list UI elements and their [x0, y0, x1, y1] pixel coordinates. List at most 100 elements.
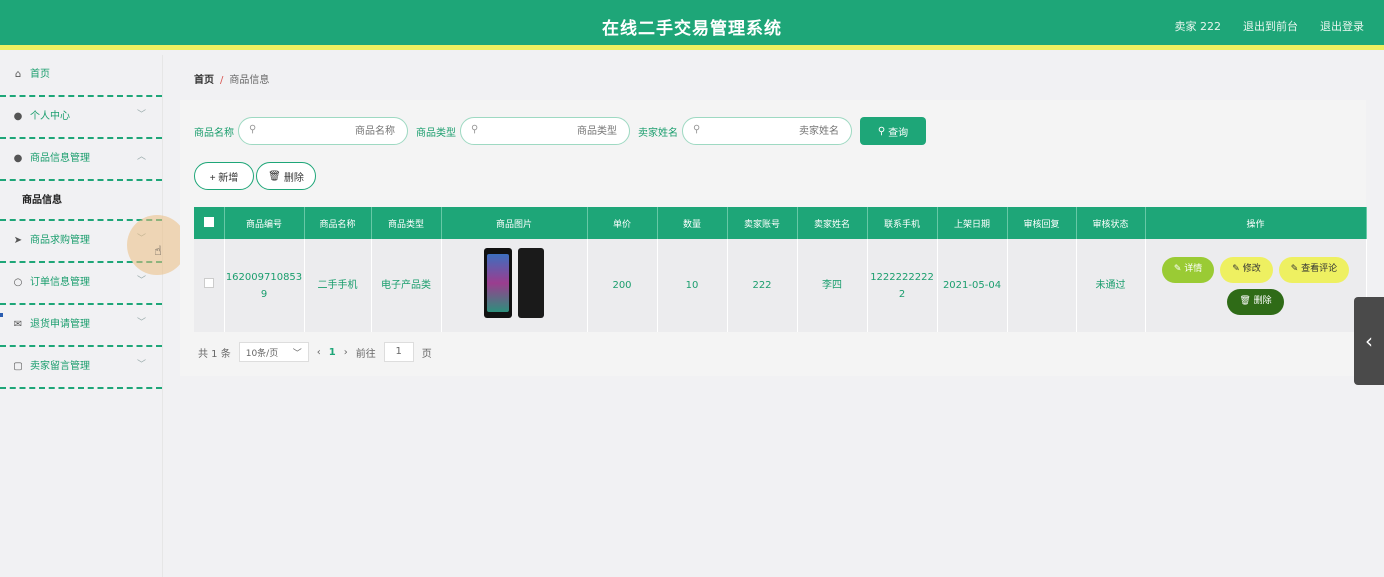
sidebar: ⌂ 首页 ● 个人中心 ﹀ ● 商品信息管理 ︿ 商品信息 ➤ 商品求购管理 ﹀… — [0, 55, 163, 577]
col-header: 联系手机 — [867, 207, 938, 239]
search-seller-input[interactable] — [683, 118, 851, 144]
row-checkbox[interactable] — [194, 239, 225, 332]
cell-phone: 12222222222 — [867, 239, 938, 332]
cell-account: 222 — [727, 239, 798, 332]
search-type-field[interactable]: ⚲ — [460, 117, 630, 145]
detail-button-label: 详情 — [1184, 264, 1203, 274]
hand-cursor-icon: ☝ — [154, 244, 162, 259]
search-name-field[interactable]: ⚲ — [238, 117, 408, 145]
col-header: 审核回复 — [1007, 207, 1077, 239]
pagination: 共 1 条 10条/页 ﹀ ‹ 1 › 前往 1 页 — [198, 342, 432, 362]
sidebar-item-profile[interactable]: ● 个人中心 ﹀ — [0, 97, 162, 139]
collapse-panel-button[interactable]: ‹ — [1354, 297, 1384, 385]
product-image — [484, 247, 544, 318]
edit-icon: ✎ — [1232, 264, 1240, 274]
select-all-checkbox[interactable] — [194, 207, 225, 239]
col-header: 卖家账号 — [727, 207, 798, 239]
row-delete-button[interactable]: 🗑 删除 — [1227, 288, 1284, 315]
top-header: 在线二手交易管理系统 卖家 222 退出到前台 退出登录 — [0, 0, 1384, 50]
chevron-up-icon: ︿ — [136, 152, 146, 162]
col-header: 卖家姓名 — [797, 207, 868, 239]
edit-icon: ✎ — [1173, 264, 1182, 274]
detail-button[interactable]: ✎ 详情 — [1161, 256, 1215, 283]
cell-name: 二手手机 — [304, 239, 372, 332]
cell-seller: 李四 — [797, 239, 868, 332]
sidebar-item-returns[interactable]: ✉ 退货申请管理 ﹀ — [0, 305, 162, 347]
col-header: 上架日期 — [937, 207, 1008, 239]
sidebar-marker — [0, 313, 3, 317]
phone-back — [518, 247, 544, 318]
search-bar: 商品名称 ⚲ 商品类型 ⚲ 卖家姓名 ⚲ ⚲ 查询 — [194, 117, 926, 145]
col-header: 数量 — [657, 207, 728, 239]
cell-date: 2021-05-04 — [937, 239, 1008, 332]
current-page[interactable]: 1 — [329, 347, 336, 358]
breadcrumb-current: 商品信息 — [229, 75, 270, 86]
sidebar-subitem-goods-info[interactable]: 商品信息 — [0, 181, 162, 221]
sidebar-item-label: 退货申请管理 — [30, 319, 90, 330]
cell-reply — [1007, 239, 1077, 332]
search-seller-field[interactable]: ⚲ — [682, 117, 852, 145]
sidebar-item-goods[interactable]: ● 商品信息管理 ︿ — [0, 139, 162, 181]
sidebar-item-label: 商品信息管理 — [30, 153, 90, 164]
cell-image — [441, 239, 588, 332]
add-button[interactable]: + 新增 — [194, 162, 254, 190]
action-buttons: + 新增 🗑 删除 — [194, 162, 316, 190]
goto-suffix: 页 — [421, 348, 432, 360]
col-header: 商品类型 — [371, 207, 442, 239]
query-button-label: 查询 — [888, 127, 909, 139]
col-header: 审核状态 — [1076, 207, 1146, 239]
sidebar-item-home[interactable]: ⌂ 首页 — [0, 55, 162, 97]
sidebar-item-label: 个人中心 — [30, 111, 70, 122]
user-label: 卖家 222 — [1174, 20, 1222, 33]
sidebar-item-label: 首页 — [30, 69, 50, 80]
prev-page-icon[interactable]: ‹ — [317, 347, 321, 358]
search-name-input[interactable] — [239, 118, 407, 144]
pager-total: 共 1 条 — [198, 348, 231, 360]
query-button[interactable]: ⚲ 查询 — [860, 117, 926, 145]
delete-button-label: 删除 — [283, 172, 304, 184]
sidebar-item-label: 订单信息管理 — [30, 277, 90, 288]
goto-page-input[interactable]: 1 — [383, 342, 414, 362]
circle-icon: ○ — [13, 277, 23, 288]
frame-icon: ▢ — [13, 361, 23, 372]
cell-type: 电子产品类 — [371, 239, 442, 332]
page-size-value: 10条/页 — [245, 348, 279, 359]
search-icon: ⚲ — [471, 124, 479, 135]
to-front-link[interactable]: 退出到前台 — [1243, 18, 1298, 34]
delete-button[interactable]: 🗑 删除 — [256, 162, 316, 190]
cell-qty: 10 — [657, 239, 728, 332]
table-row: 1620097108539 二手手机 电子产品类 200 10 222 李四 1… — [194, 239, 1367, 332]
breadcrumb: 首页 / 商品信息 — [180, 63, 1366, 93]
trash-icon: 🗑 — [1239, 296, 1251, 306]
search-type-input[interactable] — [461, 118, 629, 144]
search-icon: ⚲ — [877, 125, 886, 137]
cell-status: 未通过 — [1076, 239, 1146, 332]
view-comments-button[interactable]: ✎ 查看评论 — [1278, 256, 1350, 283]
sidebar-item-orders[interactable]: ○ 订单信息管理 ﹀ — [0, 263, 162, 305]
col-header: 操作 — [1145, 207, 1367, 239]
next-page-icon[interactable]: › — [344, 347, 348, 358]
edit-button-label: 修改 — [1242, 264, 1261, 274]
chevron-down-icon: ﹀ — [136, 360, 146, 370]
goto-prefix: 前往 — [355, 348, 376, 360]
page-size-select[interactable]: 10条/页 ﹀ — [238, 342, 309, 362]
edit-icon: ✎ — [1290, 264, 1299, 274]
row-delete-label: 删除 — [1253, 296, 1272, 306]
sidebar-item-messages[interactable]: ▢ 卖家留言管理 ﹀ — [0, 347, 162, 389]
col-header: 商品编号 — [224, 207, 305, 239]
trash-icon: 🗑 — [268, 170, 281, 182]
cell-id: 1620097108539 — [224, 239, 305, 332]
send-icon: ➤ — [13, 235, 23, 246]
chevron-left-icon: ‹ — [1365, 329, 1373, 353]
search-icon: ⚲ — [693, 124, 701, 135]
user-icon: ● — [13, 111, 23, 122]
logout-link[interactable]: 退出登录 — [1320, 18, 1364, 34]
header-links: 卖家 222 退出到前台 退出登录 — [1175, 18, 1365, 34]
sidebar-item-label: 商品求购管理 — [30, 235, 90, 246]
edit-button[interactable]: ✎ 修改 — [1220, 256, 1273, 283]
main-panel: 商品名称 ⚲ 商品类型 ⚲ 卖家姓名 ⚲ ⚲ 查询 + 新增 🗑 删除 — [180, 100, 1367, 376]
sidebar-item-label: 卖家留言管理 — [30, 361, 90, 372]
row-actions: ✎ 详情 ✎ 修改 ✎ 查看评论 🗑 删除 — [1146, 256, 1366, 315]
breadcrumb-home[interactable]: 首页 — [194, 75, 214, 86]
cell-price: 200 — [587, 239, 658, 332]
